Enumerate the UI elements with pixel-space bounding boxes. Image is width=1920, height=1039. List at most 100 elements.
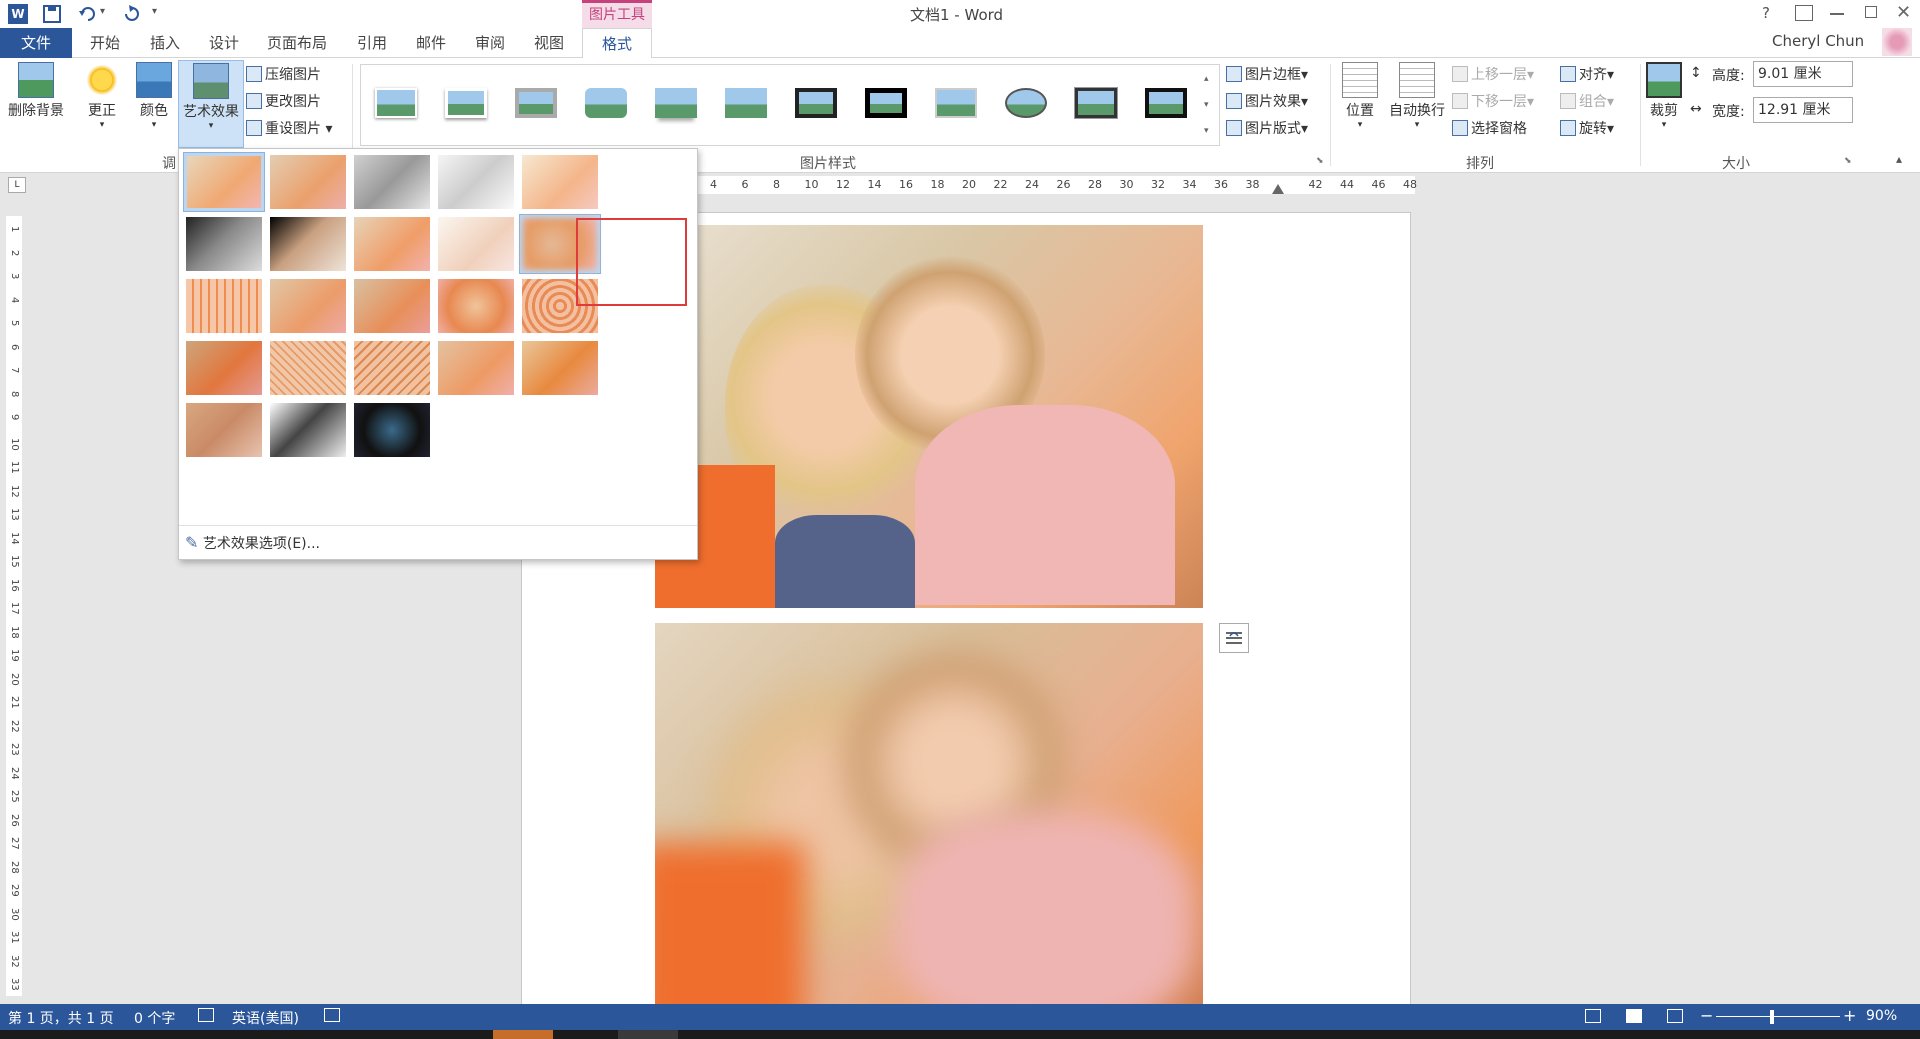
style-thumb[interactable]: [998, 80, 1054, 126]
effect-pencil-sketch[interactable]: [435, 152, 517, 212]
effect-mosaic-bubbles[interactable]: [435, 276, 517, 336]
zoom-in-icon[interactable]: +: [1843, 1006, 1856, 1025]
tab-layout[interactable]: 页面布局: [265, 28, 329, 58]
artistic-effects-button[interactable]: 艺术效果 ▾: [178, 60, 244, 148]
redo-icon[interactable]: [122, 4, 142, 24]
compress-pictures-button[interactable]: 压缩图片: [246, 64, 321, 86]
effect-plastic-wrap[interactable]: [519, 338, 601, 398]
page-count[interactable]: 第 1 页，共 1 页: [8, 1008, 114, 1028]
effect-glow-diffused[interactable]: [435, 214, 517, 274]
tab-format[interactable]: 格式: [582, 28, 652, 59]
tab-review[interactable]: 审阅: [473, 28, 507, 58]
undo-icon[interactable]: [78, 4, 98, 24]
style-thumb[interactable]: [368, 80, 424, 126]
group-button[interactable]: 组合▾: [1560, 91, 1614, 113]
taskbar-app[interactable]: [493, 1030, 553, 1039]
ribbon-display-options-icon[interactable]: [1795, 5, 1813, 21]
effect-glow-edges[interactable]: [351, 400, 433, 460]
align-button[interactable]: 对齐▾: [1560, 64, 1614, 86]
style-thumb[interactable]: [788, 80, 844, 126]
style-thumb[interactable]: [1068, 80, 1124, 126]
tab-view[interactable]: 视图: [532, 28, 566, 58]
tab-selector-icon[interactable]: L: [8, 177, 26, 193]
effect-cutout[interactable]: [183, 400, 265, 460]
effect-photocopy[interactable]: [267, 400, 349, 460]
effect-paint-strokes[interactable]: [267, 214, 349, 274]
effect-light-screen[interactable]: [183, 276, 265, 336]
effect-crisscross-etching[interactable]: [351, 338, 433, 398]
effect-cement[interactable]: [183, 338, 265, 398]
save-icon[interactable]: [42, 4, 62, 24]
proofing-icon[interactable]: [198, 1008, 214, 1022]
zoom-slider[interactable]: [1716, 1016, 1840, 1017]
effect-texturizer[interactable]: [267, 338, 349, 398]
print-layout-icon[interactable]: [1626, 1009, 1642, 1023]
effect-none[interactable]: [183, 152, 265, 212]
height-input[interactable]: 9.01 厘米: [1753, 61, 1853, 87]
effect-pencil-grayscale[interactable]: [351, 152, 433, 212]
style-thumb[interactable]: [578, 80, 634, 126]
minimize-icon[interactable]: [1830, 13, 1844, 15]
size-dialog-launcher-icon[interactable]: ⬊: [1844, 156, 1852, 166]
tab-references[interactable]: 引用: [355, 28, 389, 58]
send-backward-button[interactable]: 下移一层▾: [1452, 91, 1534, 113]
dialog-launcher-icon[interactable]: ⬊: [1316, 156, 1324, 166]
layout-options-icon[interactable]: [1219, 623, 1249, 653]
style-thumb[interactable]: [648, 80, 704, 126]
tab-mailings[interactable]: 邮件: [414, 28, 448, 58]
read-mode-icon[interactable]: [1585, 1009, 1601, 1023]
change-picture-button[interactable]: 更改图片: [246, 91, 321, 113]
tab-home[interactable]: 开始: [88, 28, 122, 58]
tab-file[interactable]: 文件: [0, 28, 72, 58]
style-thumb[interactable]: [1138, 80, 1194, 126]
effect-line-drawing[interactable]: [519, 152, 601, 212]
effect-marker[interactable]: [267, 152, 349, 212]
style-thumb[interactable]: [438, 80, 494, 126]
effect-watercolor-sponge[interactable]: [267, 276, 349, 336]
user-name[interactable]: Cheryl Chun: [1772, 32, 1864, 50]
macro-icon[interactable]: [324, 1008, 340, 1022]
language[interactable]: 英语(美国): [232, 1008, 299, 1028]
bring-forward-button[interactable]: 上移一层▾: [1452, 64, 1534, 86]
effect-pastels-smooth[interactable]: [435, 338, 517, 398]
selection-pane-button[interactable]: 选择窗格: [1452, 118, 1527, 140]
width-input[interactable]: 12.91 厘米: [1753, 97, 1853, 123]
color-button[interactable]: 颜色 ▾: [132, 62, 176, 130]
wrap-text-button[interactable]: 自动换行 ▾: [1384, 62, 1450, 130]
corrections-button[interactable]: 更正 ▾: [80, 62, 124, 130]
help-button[interactable]: ?: [1762, 4, 1770, 22]
web-layout-icon[interactable]: [1667, 1009, 1683, 1023]
picture-border-button[interactable]: 图片边框▾: [1226, 64, 1308, 86]
artistic-options-button[interactable]: ✎ 艺术效果选项(E)...: [185, 533, 320, 553]
picture-layout-button[interactable]: 图片版式▾: [1226, 118, 1308, 140]
close-icon[interactable]: ✕: [1896, 2, 1911, 23]
word-count[interactable]: 0 个字: [134, 1008, 175, 1028]
style-thumb[interactable]: [508, 80, 564, 126]
style-thumb[interactable]: [718, 80, 774, 126]
style-thumb[interactable]: [928, 80, 984, 126]
taskbar-app[interactable]: [618, 1030, 678, 1039]
style-thumb[interactable]: [858, 80, 914, 126]
effect-film-grain[interactable]: [351, 276, 433, 336]
position-button[interactable]: 位置 ▾: [1338, 62, 1382, 130]
undo-dropdown-icon[interactable]: ▾: [100, 6, 105, 17]
picture-effects-button[interactable]: 图片效果▾: [1226, 91, 1308, 113]
indent-marker-icon[interactable]: [1272, 184, 1284, 194]
photo-blurred[interactable]: [655, 623, 1203, 1013]
zoom-level[interactable]: 90%: [1866, 1008, 1897, 1024]
remove-background-button[interactable]: 删除背景: [4, 62, 68, 120]
customize-qat-icon[interactable]: ▾: [152, 6, 157, 17]
avatar[interactable]: [1882, 28, 1912, 56]
effect-paint-brush[interactable]: [351, 214, 433, 274]
restore-icon[interactable]: [1865, 6, 1877, 18]
gallery-scroll-icon[interactable]: ▴ ▾ ▾: [1204, 66, 1209, 144]
tab-insert[interactable]: 插入: [148, 28, 182, 58]
collapse-ribbon-icon[interactable]: ▴: [1896, 152, 1902, 166]
zoom-out-icon[interactable]: −: [1700, 1006, 1713, 1025]
zoom-slider-thumb[interactable]: [1770, 1010, 1774, 1024]
effect-chalk-sketch[interactable]: [183, 214, 265, 274]
reset-picture-button[interactable]: 重设图片 ▾: [246, 118, 332, 140]
crop-button[interactable]: 裁剪 ▾: [1644, 62, 1684, 130]
rotate-button[interactable]: 旋转▾: [1560, 118, 1614, 140]
photo-original[interactable]: [655, 225, 1203, 608]
